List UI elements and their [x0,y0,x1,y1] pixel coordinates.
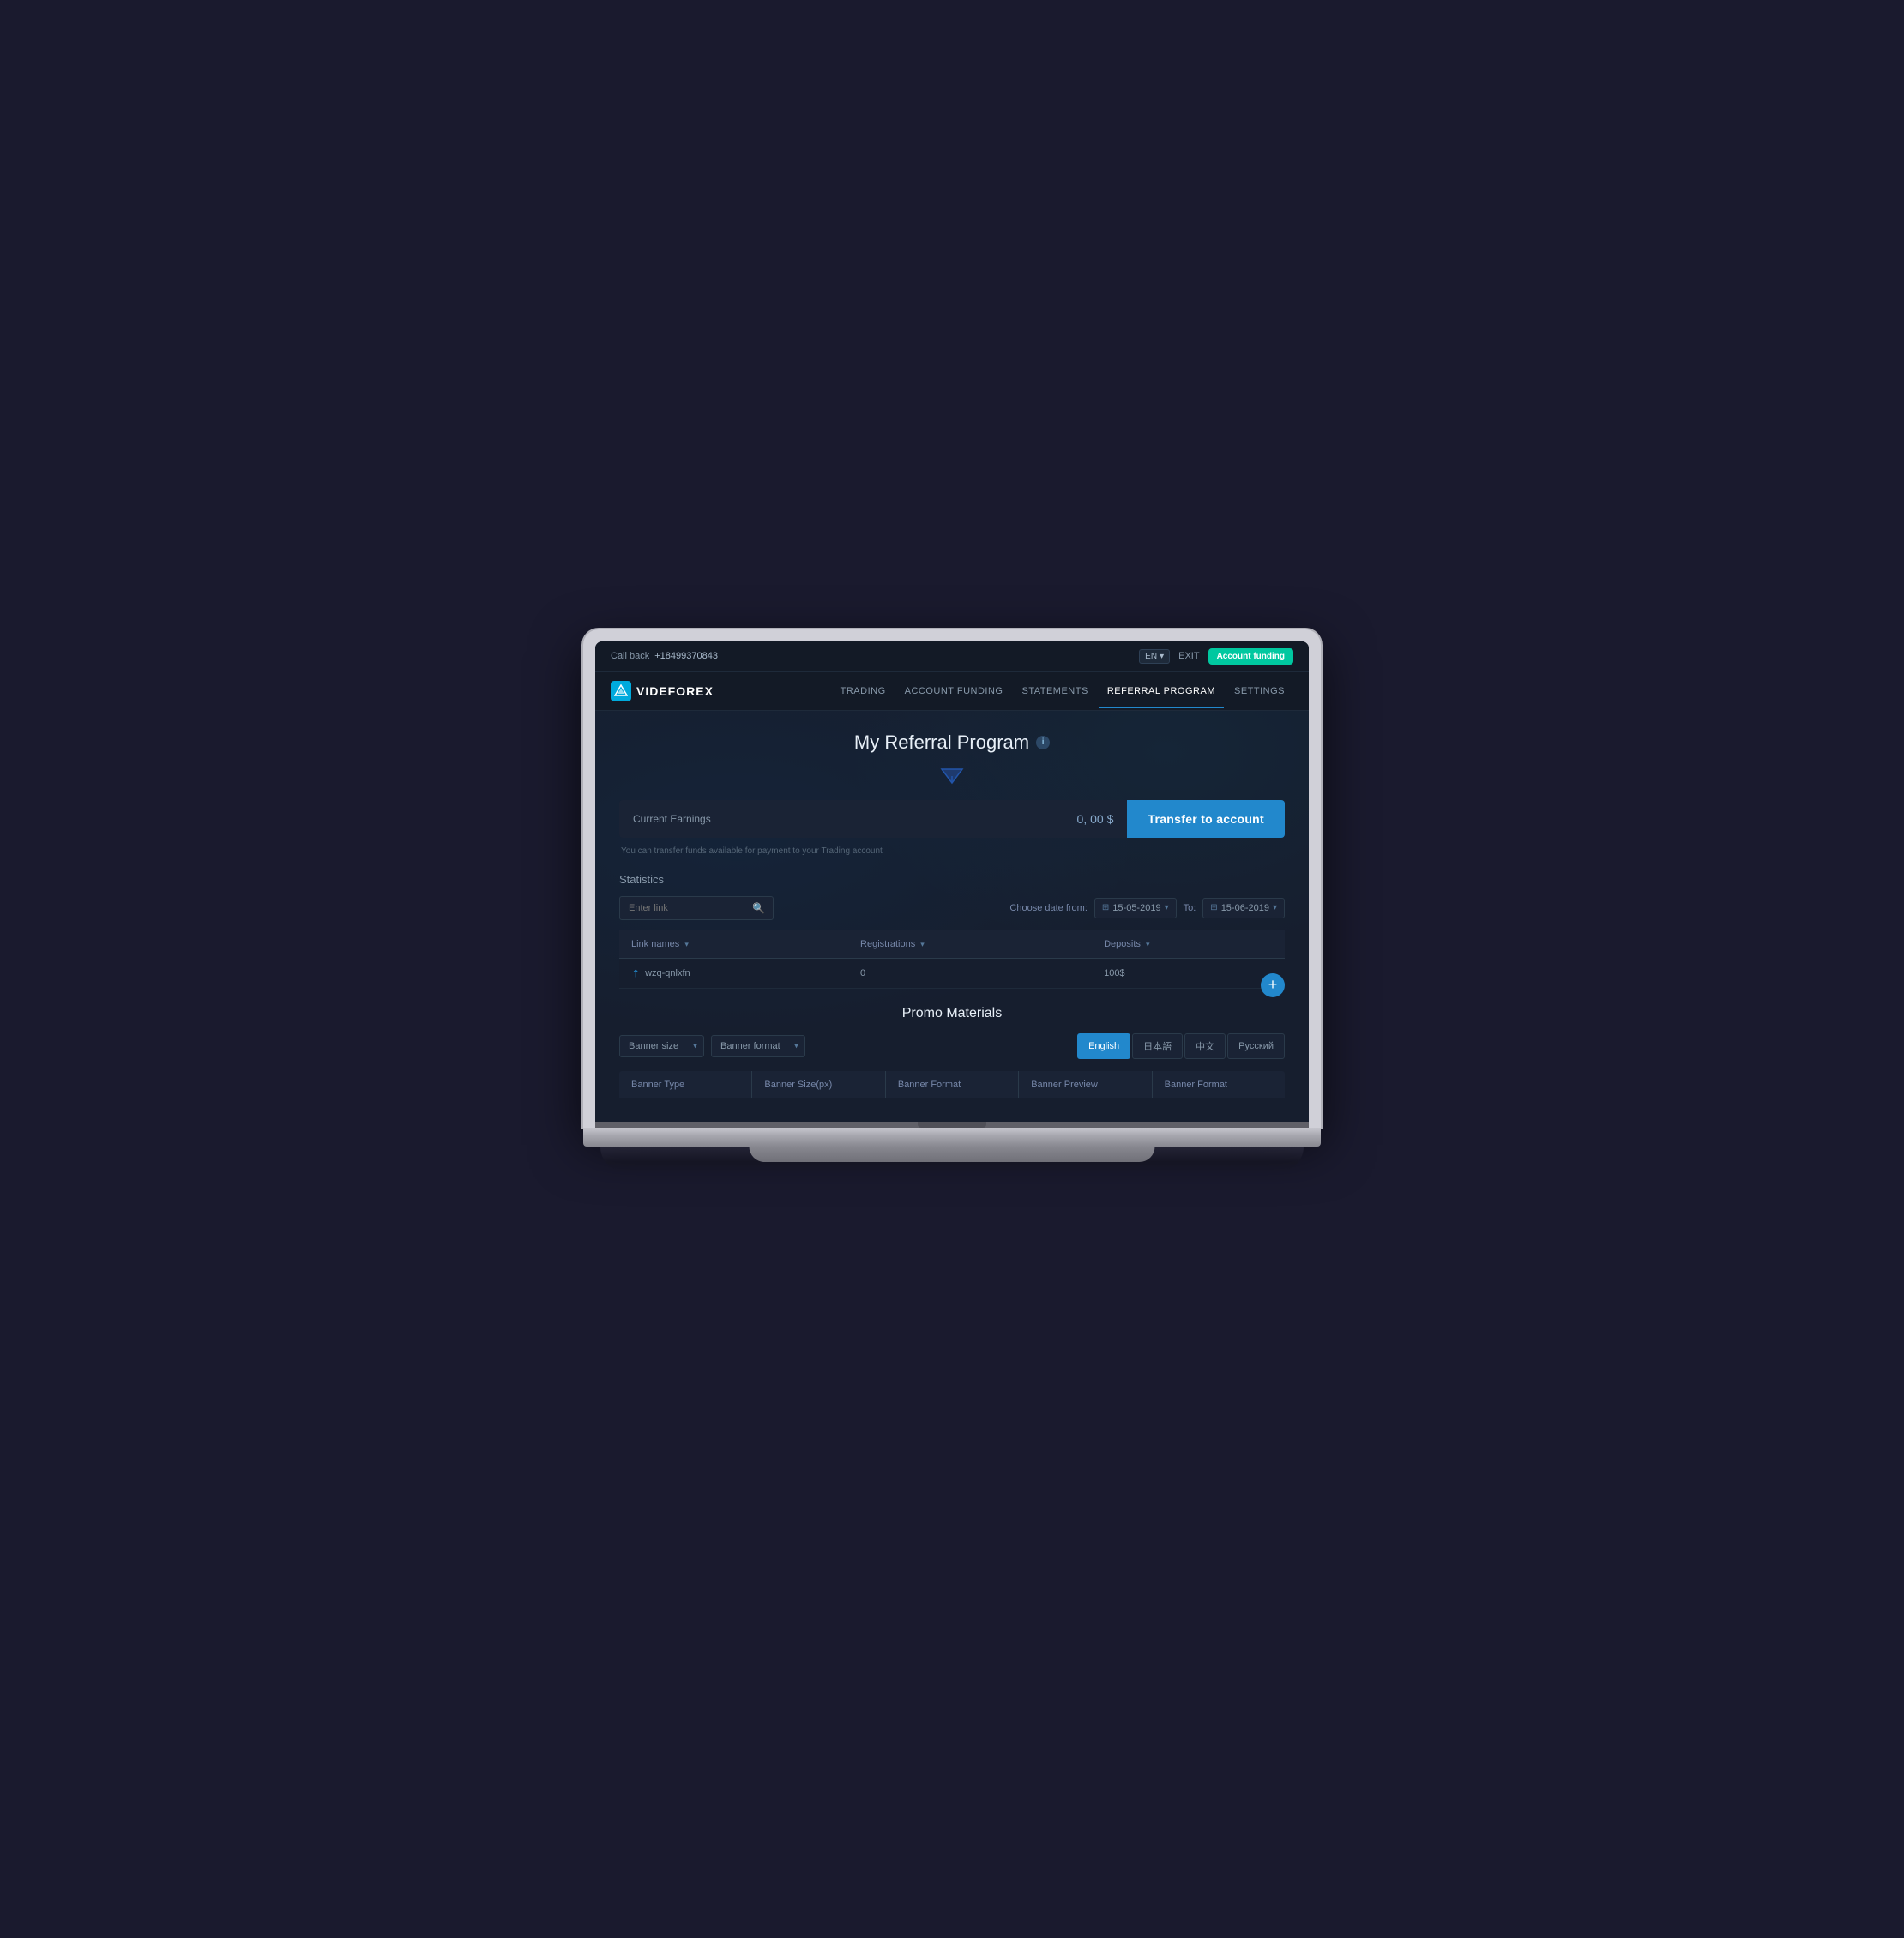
page-title: My Referral Program [854,731,1029,754]
date-from-value: 15-05-2019 [1112,903,1160,913]
funnel-icon [619,767,1285,785]
col-deposits[interactable]: Deposits ▾ [1092,930,1285,959]
info-icon[interactable]: i [1036,736,1050,749]
date-from-arrow: ▾ [1165,903,1169,912]
nav-settings[interactable]: SETTINGS [1226,674,1293,708]
navbar: VIDEFOREX TRADING ACCOUNT FUNDING STATEM… [595,672,1309,711]
cell-registrations: 0 [848,958,1092,988]
main-content: My Referral Program i Current Earnings 0… [595,711,1309,1122]
date-from-input[interactable]: ⊞ 15-05-2019 ▾ [1094,898,1177,918]
link-name-value[interactable]: wzq-qnlxfn [645,968,690,978]
col-link-names[interactable]: Link names ▾ [619,930,848,959]
nav-links: TRADING ACCOUNT FUNDING STATEMENTS REFER… [748,674,1293,708]
banner-col-size: Banner Size(px) [752,1071,885,1098]
banner-format-select-wrap: Banner format [711,1035,805,1057]
screen: Call back +18499370843 EN ▾ EXIT Account… [595,641,1309,1122]
stats-table: Link names ▾ Registrations ▾ Deposits ▾ [619,930,1285,989]
top-bar-right: EN ▾ EXIT Account funding [1139,648,1293,665]
date-to-input[interactable]: ⊞ 15-06-2019 ▾ [1202,898,1285,918]
date-to-value: 15-06-2019 [1221,903,1269,913]
banner-col-preview: Banner Preview [1019,1071,1152,1098]
sort-registrations: ▾ [920,940,925,948]
phone-number: +18499370843 [654,651,718,661]
search-wrap: 🔍 [619,896,774,920]
calendar-to-icon: ⊞ [1210,903,1217,912]
transfer-note: You can transfer funds available for pay… [619,846,1285,856]
search-input[interactable] [619,896,774,920]
stats-table-container: Link names ▾ Registrations ▾ Deposits ▾ [619,930,1285,1006]
promo-controls: Banner size Banner format English 日本語 中文… [619,1033,1285,1059]
call-back-label: Call back [611,651,649,661]
banner-size-select-wrap: Banner size [619,1035,704,1057]
language-selector[interactable]: EN ▾ [1139,649,1170,664]
banner-col-type: Banner Type [619,1071,752,1098]
promo-title: Promo Materials [619,1006,1285,1021]
logo-text: VIDEFOREX [636,684,714,698]
laptop-base [583,1128,1321,1147]
statistics-section-title: Statistics [619,873,1285,886]
search-icon[interactable]: 🔍 [752,902,765,914]
banner-format-select[interactable]: Banner format [711,1035,805,1057]
logo-icon [611,681,631,701]
banner-table-header: Banner Type Banner Size(px) Banner Forma… [619,1071,1285,1098]
top-bar-left: Call back +18499370843 [611,651,718,661]
link-arrow-icon: ↗ [629,966,643,980]
page-title-row: My Referral Program i [619,731,1285,754]
col-registrations[interactable]: Registrations ▾ [848,930,1092,959]
lang-dropdown-icon: ▾ [1160,652,1164,661]
sort-deposits: ▾ [1146,940,1150,948]
earnings-bar: Current Earnings 0, 00 $ Transfer to acc… [619,800,1285,838]
lang-tab-chinese[interactable]: 中文 [1184,1033,1226,1059]
laptop-wrapper: Call back +18499370843 EN ▾ EXIT Account… [583,629,1321,1172]
sort-link-names: ▾ [684,940,689,948]
screen-bezel: Call back +18499370843 EN ▾ EXIT Account… [583,629,1321,1128]
calendar-from-icon: ⊞ [1102,903,1109,912]
banner-size-select[interactable]: Banner size [619,1035,704,1057]
earnings-label: Current Earnings [633,813,1077,825]
date-controls: Choose date from: ⊞ 15-05-2019 ▾ To: ⊞ 1… [1009,898,1285,918]
cell-deposits: 100$ [1092,958,1285,988]
nav-trading[interactable]: TRADING [832,674,895,708]
banner-col-format2: Banner Format [1153,1071,1285,1098]
top-bar: Call back +18499370843 EN ▾ EXIT Account… [595,641,1309,672]
nav-account-funding[interactable]: ACCOUNT FUNDING [896,674,1012,708]
nav-statements[interactable]: STATEMENTS [1013,674,1096,708]
banner-col-format: Banner Format [886,1071,1019,1098]
nav-referral-program[interactable]: REFERRAL PROGRAM [1099,674,1224,708]
laptop-hinge [595,1122,1309,1128]
stats-controls: 🔍 Choose date from: ⊞ 15-05-2019 ▾ To: ⊞… [619,896,1285,920]
exit-link[interactable]: EXIT [1178,651,1199,661]
filter-funnel-icon [940,767,964,785]
lang-tab-english[interactable]: English [1077,1033,1130,1059]
date-to-label: To: [1184,903,1196,913]
lang-tab-japanese[interactable]: 日本語 [1132,1033,1183,1059]
account-funding-button[interactable]: Account funding [1208,648,1293,665]
transfer-to-account-button[interactable]: Transfer to account [1127,800,1285,838]
add-row-button[interactable]: + [1261,973,1285,997]
cell-link: ↗ wzq-qnlxfn [619,958,848,988]
date-from-label: Choose date from: [1009,903,1088,913]
lang-value: EN [1145,652,1157,661]
date-to-arrow: ▾ [1273,903,1277,912]
table-row: ↗ wzq-qnlxfn 0 100$ [619,958,1285,988]
logo[interactable]: VIDEFOREX [611,672,714,710]
language-tabs: English 日本語 中文 Русский [1077,1033,1285,1059]
earnings-amount: 0, 00 $ [1077,812,1114,826]
lang-tab-russian[interactable]: Русский [1227,1033,1285,1059]
